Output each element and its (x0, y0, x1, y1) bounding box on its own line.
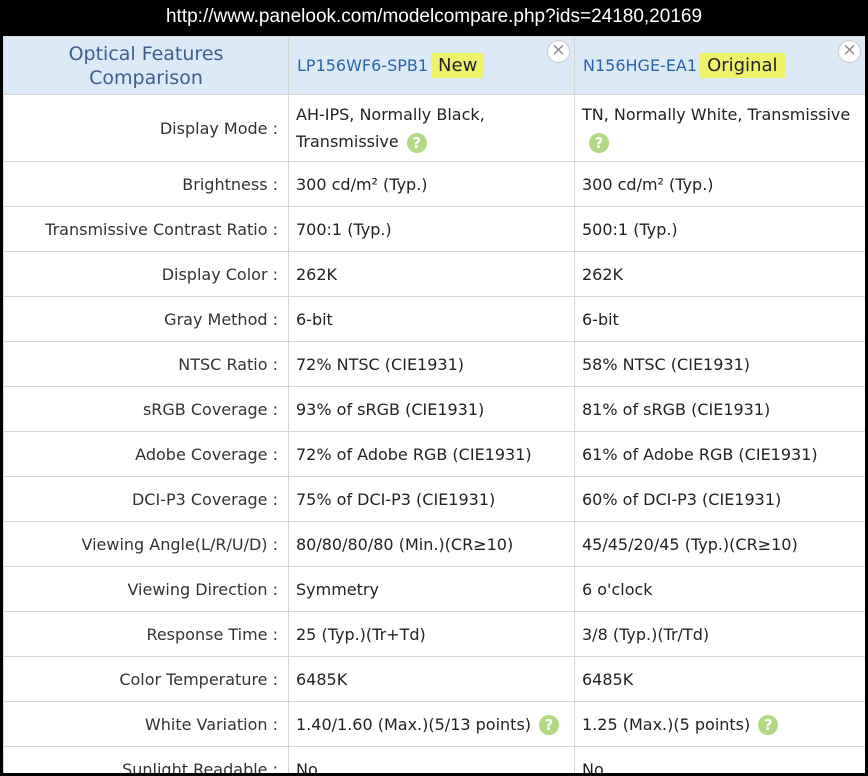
value-cell: 80/80/80/80 (Min.)(CR≥10) (288, 521, 575, 567)
value-cell: 81% of sRGB (CIE1931) (574, 386, 865, 432)
row-label: Transmissive Contrast Ratio : (3, 206, 289, 252)
value-cell: TN, Normally White, Transmissive ? (574, 94, 865, 162)
help-icon[interactable]: ? (758, 715, 779, 735)
value-cell: 700:1 (Typ.) (288, 206, 575, 252)
table-row: NTSC Ratio : 72% NTSC (CIE1931) 58% NTSC… (3, 341, 865, 387)
row-label: NTSC Ratio : (3, 341, 289, 387)
table-row: Transmissive Contrast Ratio : 700:1 (Typ… (3, 206, 865, 252)
value-cell: 6-bit (288, 296, 575, 342)
value-cell: No (574, 746, 865, 773)
new-badge: New (431, 53, 485, 78)
row-label: Color Temperature : (3, 656, 289, 702)
value-cell: 262K (288, 251, 575, 297)
model-name-link[interactable]: N156HGE-EA1 (583, 56, 697, 75)
original-badge: Original (700, 53, 785, 78)
close-icon[interactable]: × (838, 40, 861, 63)
value-cell: 1.25 (Max.)(5 points)? (574, 701, 865, 747)
value-cell: 45/45/20/45 (Typ.)(CR≥10) (574, 521, 865, 567)
help-icon[interactable]: ? (406, 132, 427, 153)
value-cell: 93% of sRGB (CIE1931) (288, 386, 575, 432)
value-text: AH-IPS, Normally Black, (296, 105, 485, 124)
row-label: Viewing Angle(L/R/U/D) : (3, 521, 289, 567)
value-cell: 58% NTSC (CIE1931) (574, 341, 865, 387)
value-cell: 6 o'clock (574, 566, 865, 612)
table-row: White Variation : 1.40/1.60 (Max.)(5/13 … (3, 701, 865, 747)
row-label: Sunlight Readable : (3, 746, 289, 773)
table-row: Gray Method : 6-bit 6-bit (3, 296, 865, 342)
value-cell: 300 cd/m² (Typ.) (288, 161, 575, 207)
value-cell: 60% of DCI-P3 (CIE1931) (574, 476, 865, 522)
row-label: Viewing Direction : (3, 566, 289, 612)
value-text: Transmissive (296, 132, 399, 151)
table-title-line2: Comparison (89, 66, 203, 89)
model-column-header-2: N156HGE-EA1 Original × (574, 36, 865, 95)
value-cell: Symmetry (288, 566, 575, 612)
table-row: Display Color : 262K 262K (3, 251, 865, 297)
value-cell: 262K (574, 251, 865, 297)
table-row: Viewing Angle(L/R/U/D) : 80/80/80/80 (Mi… (3, 521, 865, 567)
value-cell: 500:1 (Typ.) (574, 206, 865, 252)
help-icon[interactable]: ? (589, 132, 609, 153)
value-cell: 75% of DCI-P3 (CIE1931) (288, 476, 575, 522)
model-column-header-1: LP156WF6-SPB1 New × (288, 36, 575, 95)
table-title-line1: Optical Features (68, 42, 224, 65)
close-icon[interactable]: × (547, 40, 570, 63)
value-text: 1.25 (Max.)(5 points) (582, 714, 751, 734)
table-row: DCI-P3 Coverage : 75% of DCI-P3 (CIE1931… (3, 476, 865, 522)
row-label: Brightness : (3, 161, 289, 207)
table-row: Viewing Direction : Symmetry 6 o'clock (3, 566, 865, 612)
table-row: Display Mode : AH-IPS, Normally Black, T… (3, 94, 865, 162)
value-cell: 6485K (574, 656, 865, 702)
value-text: TN, Normally White, Transmissive (582, 105, 851, 124)
value-text: 1.40/1.60 (Max.)(5/13 points) (296, 714, 532, 734)
value-cell: AH-IPS, Normally Black, Transmissive? (288, 94, 575, 162)
table-row: Adobe Coverage : 72% of Adobe RGB (CIE19… (3, 431, 865, 477)
comparison-table: Optical Features Comparison LP156WF6-SPB… (3, 36, 865, 773)
row-label: DCI-P3 Coverage : (3, 476, 289, 522)
value-cell: 72% of Adobe RGB (CIE1931) (288, 431, 575, 477)
row-label: Display Color : (3, 251, 289, 297)
model-name-link[interactable]: LP156WF6-SPB1 (297, 56, 428, 75)
value-cell: 72% NTSC (CIE1931) (288, 341, 575, 387)
table-row: sRGB Coverage : 93% of sRGB (CIE1931) 81… (3, 386, 865, 432)
row-label: Adobe Coverage : (3, 431, 289, 477)
value-cell: 6485K (288, 656, 575, 702)
value-cell: 1.40/1.60 (Max.)(5/13 points)? (288, 701, 575, 747)
table-row: Response Time : 25 (Typ.)(Tr+Td) 3/8 (Ty… (3, 611, 865, 657)
value-cell: 25 (Typ.)(Tr+Td) (288, 611, 575, 657)
table-header-row: Optical Features Comparison LP156WF6-SPB… (3, 36, 865, 95)
value-cell: 6-bit (574, 296, 865, 342)
table-title: Optical Features Comparison (3, 36, 289, 95)
row-label: Response Time : (3, 611, 289, 657)
help-icon[interactable]: ? (539, 715, 560, 735)
row-label: White Variation : (3, 701, 289, 747)
value-cell: 3/8 (Typ.)(Tr/Td) (574, 611, 865, 657)
row-label: Gray Method : (3, 296, 289, 342)
table-row: Color Temperature : 6485K 6485K (3, 656, 865, 702)
value-cell: No (288, 746, 575, 773)
table-row: Brightness : 300 cd/m² (Typ.) 300 cd/m² … (3, 161, 865, 207)
table-row: Sunlight Readable : No No (3, 746, 865, 773)
comparison-panel: Optical Features Comparison LP156WF6-SPB… (3, 36, 865, 773)
value-cell: 61% of Adobe RGB (CIE1931) (574, 431, 865, 477)
value-cell: 300 cd/m² (Typ.) (574, 161, 865, 207)
url-bar: http://www.panelook.com/modelcompare.php… (165, 6, 703, 27)
row-label: sRGB Coverage : (3, 386, 289, 432)
row-label: Display Mode : (3, 94, 289, 162)
